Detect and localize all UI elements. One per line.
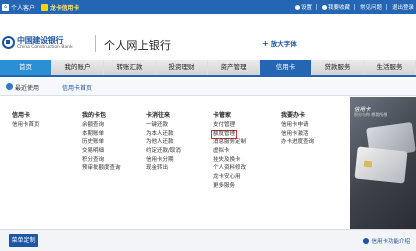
menu-item[interactable]: 交易明细 xyxy=(82,147,121,156)
top-bar-left: ⌂ 个人客户 龙卡信用卡 xyxy=(2,2,79,12)
ccb-logo-icon xyxy=(2,36,15,49)
enlarge-font-button[interactable]: + 放大字体 xyxy=(262,38,297,49)
tab-home[interactable]: 首页 xyxy=(0,60,51,75)
menu-item[interactable]: 办卡进度查询 xyxy=(281,138,314,147)
menu-item[interactable]: 虚拟卡 xyxy=(213,147,246,156)
menu-item[interactable]: 信用卡激活 xyxy=(281,130,314,139)
tab-credit-card[interactable]: 信用卡 xyxy=(260,60,311,75)
promo-subtitle: 积分与你 想我所想 xyxy=(354,112,388,117)
credit-card-logo-icon xyxy=(41,3,49,11)
menu-column-repayment: 卡消往来 一键还款 为本人还款 为他人还款 约定还款/取消 信用卡分期 现金转出 xyxy=(146,110,181,173)
guide-label: 信用卡功能介绍 xyxy=(371,239,410,245)
column-title: 卡消往来 xyxy=(146,112,171,119)
divider xyxy=(315,4,317,10)
menu-column-credit-card: 信用卡 信用卡首页 xyxy=(12,110,40,130)
bookmark-link[interactable]: 我要收藏 xyxy=(321,3,350,11)
sub-bar: 最近使用 信用卡首页 xyxy=(0,79,416,96)
menu-item[interactable]: 预审批额度查询 xyxy=(82,164,121,173)
menu-item[interactable]: 现金转出 xyxy=(146,164,181,173)
divider xyxy=(385,4,387,10)
menu-footer: 菜单定制 信用卡功能介绍 xyxy=(0,229,416,251)
credit-card-guide-link[interactable]: 信用卡功能介绍 xyxy=(363,237,410,245)
menu-column-my-cards: 我的卡包 余额查询 本期账单 历史账单 交易明细 积分查询 预审批额度查询 xyxy=(82,110,121,173)
menu-item[interactable]: 历史账单 xyxy=(82,138,121,147)
menu-item-quota-management[interactable]: 额度管理 xyxy=(211,129,238,139)
column-title: 信用卡 xyxy=(12,112,31,119)
settings-icon xyxy=(294,4,300,10)
tab-investment[interactable]: 投资理财 xyxy=(156,60,207,75)
column-title: 卡管家 xyxy=(213,112,232,119)
menu-item[interactable]: 消息服务定制 xyxy=(213,138,246,147)
tab-asset-management[interactable]: 资产管理 xyxy=(208,60,259,75)
tab-life-service[interactable]: 生活服务 xyxy=(364,60,415,75)
personal-customer-link[interactable]: 个人客户 xyxy=(11,3,35,12)
tab-transfer[interactable]: 转账汇款 xyxy=(104,60,155,75)
recent-used-label[interactable]: 最近使用 xyxy=(15,83,39,92)
menu-item[interactable]: 为本人还款 xyxy=(146,130,181,139)
tab-my-account[interactable]: 我的账户 xyxy=(52,60,103,75)
credit-card-brand-link[interactable]: 龙卡信用卡 xyxy=(50,3,79,12)
mega-menu: 信用卡 信用卡首页 我的卡包 余额查询 本期账单 历史账单 交易明细 积分查询 … xyxy=(0,97,350,229)
menu-item[interactable]: 余额查询 xyxy=(82,121,121,130)
menu-item[interactable]: 为他人还款 xyxy=(146,138,181,147)
column-title: 我的卡包 xyxy=(82,112,107,119)
help-label: 常见问题 xyxy=(359,5,382,11)
settings-label: 设置 xyxy=(300,5,312,11)
top-bar: ⌂ 个人客户 龙卡信用卡 设置 我要收藏 常见问题 退出登录 xyxy=(0,0,416,14)
logo-divider xyxy=(95,35,96,52)
menu-item[interactable]: 信用卡申请 xyxy=(281,121,314,130)
recent-icon xyxy=(6,83,13,90)
enlarge-font-label: 放大字体 xyxy=(270,40,297,48)
credit-card-promo-banner[interactable]: 信用卡 积分与你 想我所想 xyxy=(350,97,416,229)
menu-item[interactable]: 本期账单 xyxy=(82,130,121,139)
menu-item[interactable]: 支付管理 xyxy=(213,121,246,130)
menu-item[interactable]: 信用卡首页 xyxy=(12,121,40,130)
column-title: 我要办卡 xyxy=(281,112,306,119)
settings-link[interactable]: 设置 xyxy=(294,3,312,11)
menu-item[interactable]: 个人资料修改 xyxy=(213,164,246,173)
menu-item[interactable]: 一键还款 xyxy=(146,121,181,130)
main-nav: 首页 我的账户 转账汇款 投资理财 资产管理 信用卡 贷款服务 生活服务 xyxy=(0,60,416,77)
menu-customize-button[interactable]: 菜单定制 xyxy=(9,234,38,247)
info-icon xyxy=(363,238,370,244)
menu-item[interactable]: 积分查询 xyxy=(82,156,121,165)
plus-icon: + xyxy=(262,38,269,48)
menu-column-card-manager: 卡管家 支付管理 额度管理 消息服务定制 虚拟卡 挂失及换卡 个人资料修改 龙卡… xyxy=(211,110,246,191)
home-icon[interactable]: ⌂ xyxy=(2,3,9,11)
menu-item[interactable]: 信用卡分期 xyxy=(146,156,181,165)
tab-loan-service[interactable]: 贷款服务 xyxy=(312,60,363,75)
bookmark-icon xyxy=(321,4,327,10)
top-bar-links: 设置 我要收藏 常见问题 退出登录 xyxy=(290,0,414,14)
menu-column-apply: 我要办卡 信用卡申请 信用卡激活 办卡进度查询 xyxy=(281,110,314,147)
bookmark-label: 我要收藏 xyxy=(327,5,350,11)
card-chip-icon xyxy=(363,160,373,168)
card-image xyxy=(354,146,408,184)
logout-label: 退出登录 xyxy=(391,5,414,11)
menu-item[interactable]: 更多服务 xyxy=(213,182,246,191)
credit-card-home-link[interactable]: 信用卡首页 xyxy=(62,83,92,92)
bank-name-en: China Construction Bank xyxy=(17,45,73,50)
site-title: 个人网上银行 xyxy=(104,39,172,52)
logout-link[interactable]: 退出登录 xyxy=(392,3,414,11)
menu-item[interactable]: 龙卡安心用 xyxy=(213,173,246,182)
menu-item[interactable]: 挂失及换卡 xyxy=(213,156,246,165)
divider xyxy=(353,4,355,10)
help-link[interactable]: 常见问题 xyxy=(360,3,382,11)
menu-item[interactable]: 约定还款/取消 xyxy=(146,147,181,156)
site-header: 中国建设银行 China Construction Bank 个人网上银行 + … xyxy=(0,14,416,60)
